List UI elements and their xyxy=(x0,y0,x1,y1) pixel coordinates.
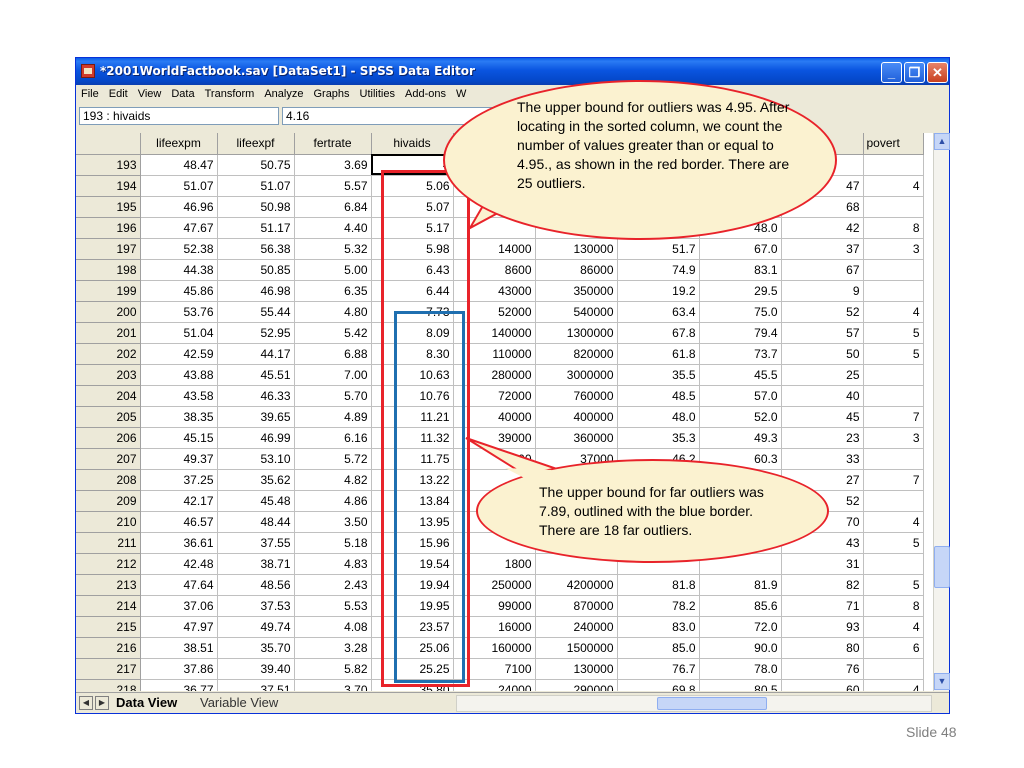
far-callout-text: The upper bound for far outliers was 7.8… xyxy=(539,484,764,538)
callout-pointer-joins xyxy=(490,172,552,482)
upper-pointer-join xyxy=(490,172,520,205)
upper-callout-text: The upper bound for outliers was 4.95. A… xyxy=(517,99,790,191)
slide-number: Slide 48 xyxy=(906,724,957,740)
far-pointer-join xyxy=(505,468,552,482)
